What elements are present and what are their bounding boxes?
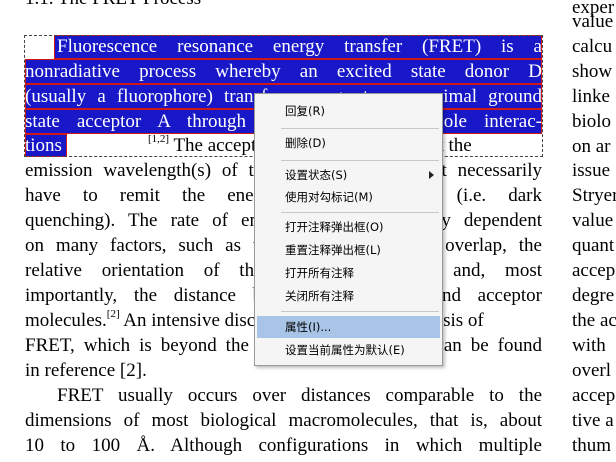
right-column-text: Stryer — [572, 185, 616, 206]
menu-item-delete[interactable]: 删除(D) — [257, 132, 440, 154]
menu-item-set-default[interactable]: 设置当前属性为默认(E) — [257, 339, 440, 361]
menu-item-checkmark[interactable]: 使用对勾标记(M) — [257, 186, 440, 208]
menu-item-set-status[interactable]: 设置状态(S) — [257, 164, 440, 186]
menu-item-open-popup[interactable]: 打开注释弹出框(O) — [257, 216, 440, 238]
menu-item-properties[interactable]: 属性(I)... — [257, 316, 440, 338]
text-line: Fluorescence resonance energy transfer (… — [57, 36, 542, 57]
menu-separator — [281, 212, 439, 213]
text-line: nonradiative process whereby an excited … — [25, 61, 542, 82]
text-line: dimensions of most biological macromolec… — [25, 410, 542, 431]
right-column-text: value — [572, 210, 614, 231]
menu-item-reset-popup[interactable]: 重置注释弹出框(L) — [257, 239, 440, 261]
right-column-text: with — [572, 335, 606, 356]
right-column-text: degre — [572, 285, 615, 306]
right-column-text: thum — [572, 435, 612, 456]
right-column-text: overl — [572, 360, 612, 381]
right-column-text: value — [572, 11, 614, 32]
right-column-text: the ac — [572, 310, 616, 331]
right-column-text: quant — [572, 235, 615, 256]
right-column-text: show — [572, 61, 613, 82]
text-segment: tions (Figure 1). — [25, 135, 148, 156]
menu-separator — [281, 160, 439, 161]
right-column-text: linke — [572, 86, 610, 107]
right-column-text: tive a — [572, 410, 614, 431]
submenu-arrow-icon — [429, 171, 434, 179]
right-column-text: accep — [572, 260, 616, 281]
right-column-text: issue — [572, 160, 610, 181]
text-segment: molecules. — [25, 310, 107, 331]
citation: [1,2] — [147, 133, 170, 145]
right-column-text: calcu — [572, 36, 613, 57]
text-line: FRET usually occurs over distances compa… — [57, 385, 542, 406]
menu-item-reply[interactable]: 回复(R) — [257, 100, 440, 122]
menu-item-label: 设置状态(S) — [285, 168, 348, 182]
right-column-text: accep — [572, 385, 616, 406]
menu-item-close-all[interactable]: 关闭所有注释 — [257, 285, 440, 307]
section-heading: 1.1. The FRET Process — [25, 0, 201, 10]
menu-separator — [281, 311, 439, 312]
citation: [2] — [106, 308, 120, 320]
text-line: 10 to 100 Å. Although configurations in … — [25, 435, 542, 456]
right-column-text: biolo — [572, 111, 612, 132]
right-column-text: on ar — [572, 136, 611, 157]
menu-item-open-all[interactable]: 打开所有注释 — [257, 262, 440, 284]
menu-separator — [281, 128, 439, 129]
context-menu: 回复(R) 删除(D) 设置状态(S) 使用对勾标记(M) 打开注释弹出框(O)… — [254, 93, 443, 366]
